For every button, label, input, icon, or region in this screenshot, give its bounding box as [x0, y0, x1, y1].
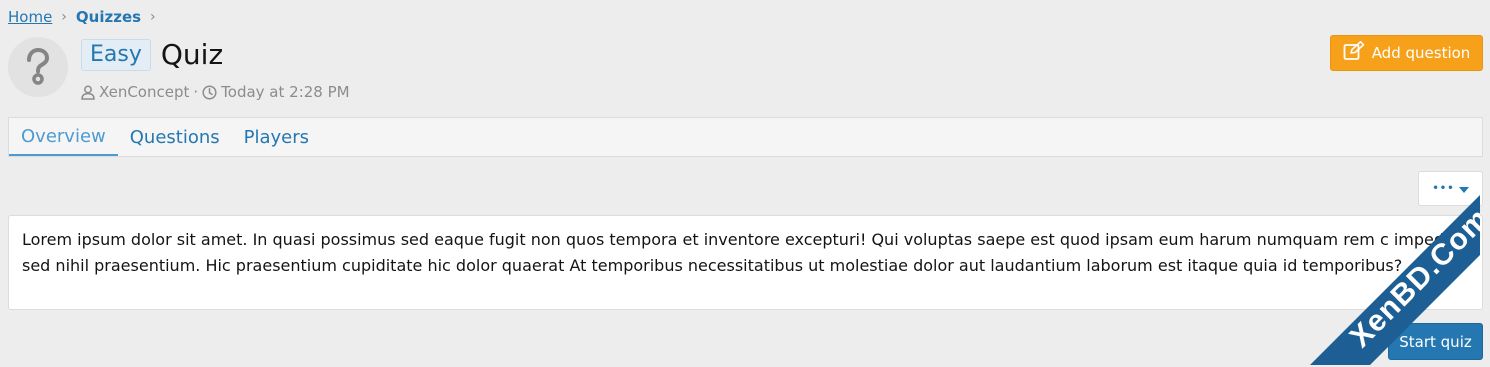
start-quiz-button[interactable]: Start quiz: [1388, 323, 1483, 360]
edit-icon: [1343, 41, 1365, 65]
page-title: Easy Quiz: [81, 38, 223, 71]
add-question-label: Add question: [1371, 44, 1471, 62]
difficulty-badge: Easy: [81, 38, 151, 71]
quiz-title: Quiz: [160, 38, 224, 71]
chevron-right-icon: ›: [150, 9, 156, 25]
clock-icon: [202, 84, 217, 100]
tab-questions[interactable]: Questions: [118, 118, 232, 156]
tab-players[interactable]: Players: [232, 118, 321, 156]
breadcrumb: Home › Quizzes ›: [8, 8, 165, 26]
tab-bar: Overview Questions Players: [8, 117, 1483, 157]
user-icon: [81, 85, 95, 100]
breadcrumb-home[interactable]: Home: [8, 8, 52, 26]
caret-down-icon: [1458, 179, 1469, 198]
question-mark-icon: [27, 47, 50, 85]
quiz-description: Lorem ipsum dolor sit amet. In quasi pos…: [8, 215, 1483, 310]
chevron-right-icon: ›: [61, 9, 67, 25]
post-time[interactable]: Today at 2:28 PM: [221, 83, 349, 101]
avatar: [8, 37, 68, 97]
add-question-button[interactable]: Add question: [1330, 35, 1483, 71]
ellipsis-icon: •••: [1432, 183, 1455, 194]
breadcrumb-quizzes[interactable]: Quizzes: [76, 8, 141, 26]
description-text: Lorem ipsum dolor sit amet. In quasi pos…: [22, 230, 1455, 275]
author-name[interactable]: XenConcept: [99, 83, 189, 101]
tab-overview[interactable]: Overview: [9, 118, 118, 156]
meta-separator: ·: [193, 83, 199, 101]
more-options-button[interactable]: •••: [1418, 171, 1483, 206]
quiz-meta: XenConcept · Today at 2:28 PM: [81, 83, 350, 101]
